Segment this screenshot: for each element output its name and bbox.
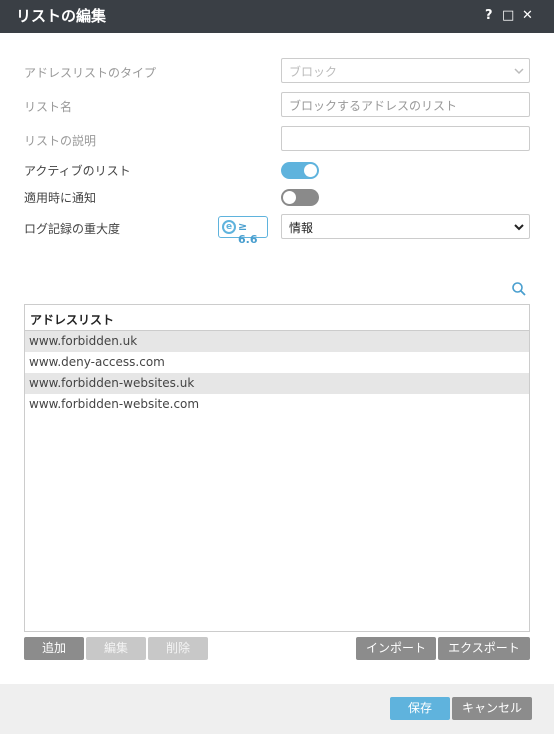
- maximize-icon[interactable]: □: [502, 8, 514, 24]
- edition-icon: e: [222, 220, 236, 234]
- chevron-down-icon: [514, 68, 524, 75]
- close-icon[interactable]: ✕: [522, 8, 533, 24]
- list-item[interactable]: www.deny-access.com: [25, 352, 529, 373]
- active-label: アクティブのリスト: [24, 164, 131, 178]
- name-label: リスト名: [24, 100, 73, 114]
- description-label: リストの説明: [24, 134, 97, 148]
- name-input-placeholder: ブロックするアドレスのリスト: [289, 99, 458, 113]
- import-button[interactable]: インポート: [356, 637, 436, 660]
- log-severity-value: 情報: [289, 221, 314, 235]
- toggle-knob: [283, 191, 296, 204]
- help-icon[interactable]: ?: [485, 8, 493, 24]
- type-label: アドレスリストのタイプ: [24, 66, 157, 80]
- name-input[interactable]: ブロックするアドレスのリスト: [281, 92, 530, 117]
- notify-toggle[interactable]: [281, 189, 319, 206]
- type-select: ブロック: [281, 58, 530, 83]
- dialog-title: リストの編集: [16, 7, 107, 25]
- toggle-knob: [304, 164, 317, 177]
- active-toggle[interactable]: [281, 162, 319, 179]
- list-item[interactable]: www.forbidden-website.com: [25, 394, 529, 415]
- export-button[interactable]: エクスポート: [438, 637, 530, 660]
- type-select-value: ブロック: [289, 65, 338, 79]
- search-icon[interactable]: [511, 281, 527, 297]
- list-item[interactable]: www.forbidden.uk: [25, 331, 529, 352]
- cancel-button[interactable]: キャンセル: [452, 697, 532, 720]
- add-button[interactable]: 追加: [24, 637, 84, 660]
- chevron-down-icon: [514, 224, 524, 231]
- version-badge-text: ≥ 6.6: [238, 220, 258, 246]
- address-list-header[interactable]: アドレスリスト: [25, 305, 529, 331]
- log-severity-label: ログ記録の重大度: [24, 222, 121, 236]
- title-bar: リストの編集 ? □ ✕: [0, 0, 554, 33]
- delete-button[interactable]: 削除: [148, 637, 208, 660]
- notify-label: 適用時に通知: [24, 191, 97, 205]
- edit-button[interactable]: 編集: [86, 637, 146, 660]
- log-severity-select[interactable]: 情報: [281, 214, 530, 239]
- save-button[interactable]: 保存: [390, 697, 450, 720]
- description-input[interactable]: [281, 126, 530, 151]
- address-list[interactable]: アドレスリスト www.forbidden.uk www.deny-access…: [24, 304, 530, 632]
- version-badge: e ≥ 6.6: [218, 216, 268, 246]
- list-item[interactable]: www.forbidden-websites.uk: [25, 373, 529, 394]
